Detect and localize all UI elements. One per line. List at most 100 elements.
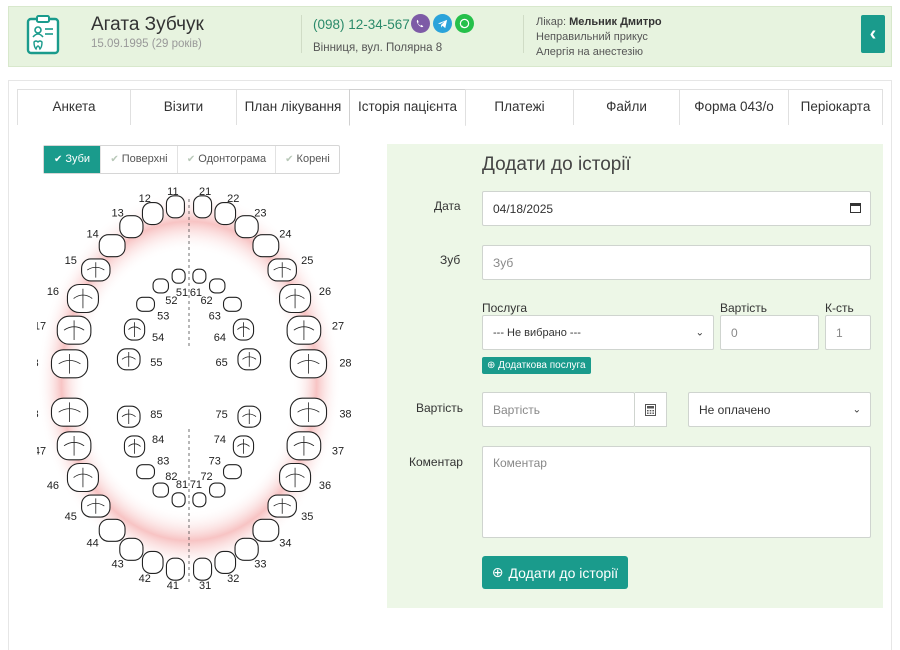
tab-payments[interactable]: Платежі xyxy=(465,89,574,125)
tooth-63[interactable] xyxy=(222,296,242,312)
tooth-number-35: 35 xyxy=(301,511,313,523)
service-cost-input[interactable]: 0 xyxy=(720,315,819,350)
tooth-number-46: 46 xyxy=(47,480,59,492)
tooth-number-36: 36 xyxy=(319,480,331,492)
tooth-73[interactable] xyxy=(222,464,242,480)
tooth-43[interactable] xyxy=(119,537,144,561)
tooth-number-17: 17 xyxy=(37,321,46,333)
tooth-input[interactable]: Зуб xyxy=(482,245,871,280)
mode-odontogram-button[interactable]: ✔ Одонтограма xyxy=(178,146,276,173)
tooth-83[interactable] xyxy=(136,464,156,480)
quantity-input[interactable]: 1 xyxy=(825,315,871,350)
chevron-down-icon: ⌄ xyxy=(852,404,861,415)
tab-form-043[interactable]: Форма 043/о xyxy=(679,89,789,125)
tooth-72[interactable] xyxy=(208,482,226,498)
calculator-icon[interactable] xyxy=(635,392,667,427)
comment-placeholder: Коментар xyxy=(493,456,547,470)
comment-textarea[interactable]: Коментар xyxy=(482,446,871,538)
add-to-history-button[interactable]: ⊕ Додати до історії xyxy=(482,556,628,589)
mode-surfaces-button[interactable]: ✔ Поверхні xyxy=(101,146,178,173)
tooth-61[interactable] xyxy=(192,268,207,284)
telegram-icon[interactable] xyxy=(433,14,452,33)
tooth-11[interactable] xyxy=(165,195,185,219)
tooth-number-48: 48 xyxy=(37,409,39,421)
tooth-14[interactable] xyxy=(98,234,126,258)
payment-status-value: Не оплачено xyxy=(699,402,771,417)
patient-name: Агата Зубчук xyxy=(91,14,204,35)
tooth-24[interactable] xyxy=(252,234,280,258)
add-history-form: Додати до історії Дата 04/18/2025 Зуб Зу… xyxy=(387,144,883,608)
tooth-number-74: 74 xyxy=(214,434,226,446)
patient-card: Анкета Візити План лікування Історія пац… xyxy=(8,80,892,650)
tooth-82[interactable] xyxy=(152,482,170,498)
tooth-number-33: 33 xyxy=(254,558,266,570)
tooth-41[interactable] xyxy=(165,557,185,581)
collapse-header-button[interactable]: ‹ xyxy=(861,15,885,53)
tab-files[interactable]: Файли xyxy=(573,89,680,125)
tooth-62[interactable] xyxy=(208,278,226,294)
check-icon: ✔ xyxy=(110,154,119,165)
tooth-71[interactable] xyxy=(192,492,207,508)
date-label: Дата xyxy=(434,199,461,213)
tooth-52[interactable] xyxy=(152,278,170,294)
tooth-34[interactable] xyxy=(252,518,280,542)
patient-card-icon xyxy=(26,15,60,55)
tooth-number-62: 62 xyxy=(200,295,212,307)
tooth-22[interactable] xyxy=(214,201,237,226)
service-select[interactable]: --- Не вибрано --- ⌄ xyxy=(482,315,714,350)
form-title: Додати до історії xyxy=(482,154,631,175)
date-input[interactable]: 04/18/2025 xyxy=(482,191,871,226)
chevron-left-icon: ‹ xyxy=(869,22,877,45)
check-icon: ✔ xyxy=(186,154,196,165)
tooth-number-47: 47 xyxy=(37,445,46,457)
tab-periochart[interactable]: Періокарта xyxy=(788,89,883,125)
tooth-number-43: 43 xyxy=(111,558,123,570)
tab-patient-history[interactable]: Історія пацієнта xyxy=(349,89,466,126)
check-icon: ✔ xyxy=(53,154,63,165)
whatsapp-icon[interactable] xyxy=(455,14,474,33)
tooth-number-16: 16 xyxy=(47,286,59,298)
add-extra-service-button[interactable]: ⊕ Додаткова послуга xyxy=(482,357,591,374)
comment-label: Коментар xyxy=(409,455,463,469)
tooth-number-23: 23 xyxy=(254,208,266,220)
tooth-number-25: 25 xyxy=(301,255,313,267)
tooth-21[interactable] xyxy=(193,195,213,219)
tooth-number-52: 52 xyxy=(165,295,177,307)
tooth-44[interactable] xyxy=(98,518,126,542)
tooth-number-24: 24 xyxy=(279,228,291,240)
patient-dob: 15.09.1995 (29 років) xyxy=(91,38,202,50)
service-value: --- Не вибрано --- xyxy=(493,326,581,339)
tooth-32[interactable] xyxy=(214,550,237,575)
patient-address: Вінниця, вул. Полярна 8 xyxy=(313,42,443,54)
tab-visits[interactable]: Візити xyxy=(130,89,237,125)
mode-roots-button[interactable]: ✔ Корені xyxy=(276,146,339,173)
tooth-51[interactable] xyxy=(171,268,186,284)
payment-status-select[interactable]: Не оплачено ⌄ xyxy=(688,392,871,427)
tooth-number-38: 38 xyxy=(339,409,351,421)
tab-anketa[interactable]: Анкета xyxy=(17,89,131,125)
tooth-31[interactable] xyxy=(193,557,213,581)
patient-note: Неправильний прикус xyxy=(536,31,648,43)
cost-input[interactable]: Вартість xyxy=(482,392,635,427)
tooth-number-84: 84 xyxy=(152,434,164,446)
tab-treatment-plan[interactable]: План лікування xyxy=(236,89,350,125)
tooth-number-65: 65 xyxy=(215,357,227,369)
tooth-number-75: 75 xyxy=(215,409,227,421)
tooth-number-54: 54 xyxy=(152,332,164,344)
tooth-53[interactable] xyxy=(136,296,156,312)
cost-label: Вартість xyxy=(416,401,463,415)
patient-note: Алергія на анестезію xyxy=(536,46,644,58)
patient-phone[interactable]: (098) 12-34-567 xyxy=(313,17,410,32)
calendar-icon[interactable] xyxy=(850,202,861,216)
header-divider xyxy=(301,15,302,53)
tooth-12[interactable] xyxy=(141,201,164,226)
qty-label: К-сть xyxy=(825,301,854,315)
tooth-number-32: 32 xyxy=(227,573,239,585)
doctor-name: Мельник Дмитро xyxy=(569,16,662,28)
mode-teeth-button[interactable]: ✔ Зуби xyxy=(44,146,101,173)
tooth-81[interactable] xyxy=(171,492,186,508)
viber-icon[interactable] xyxy=(411,14,430,33)
tooth-number-42: 42 xyxy=(139,573,151,585)
tooth-42[interactable] xyxy=(141,550,164,575)
tooth-33[interactable] xyxy=(234,537,259,561)
